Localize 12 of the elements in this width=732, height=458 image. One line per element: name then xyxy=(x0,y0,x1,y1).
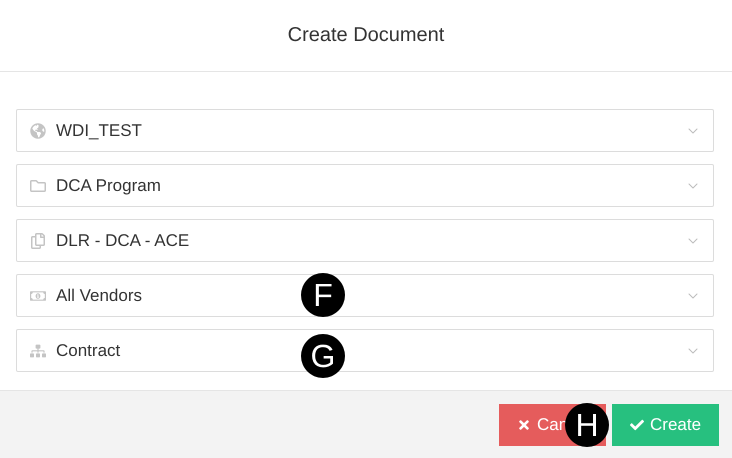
sitemap-icon xyxy=(30,342,46,358)
globe-icon xyxy=(30,122,46,138)
callout-marker: F xyxy=(301,273,345,317)
dialog-title: Create Document xyxy=(288,24,444,47)
check-icon xyxy=(630,418,644,432)
copy-icon xyxy=(30,232,46,248)
folder-icon xyxy=(30,178,46,194)
select-field[interactable]: WDI_TEST xyxy=(16,109,714,152)
close-icon xyxy=(517,418,531,432)
select-field[interactable]: DCA Program xyxy=(16,164,714,207)
select-field[interactable]: DLR - DCA - ACE xyxy=(16,219,714,262)
callout-marker: G xyxy=(301,334,345,378)
